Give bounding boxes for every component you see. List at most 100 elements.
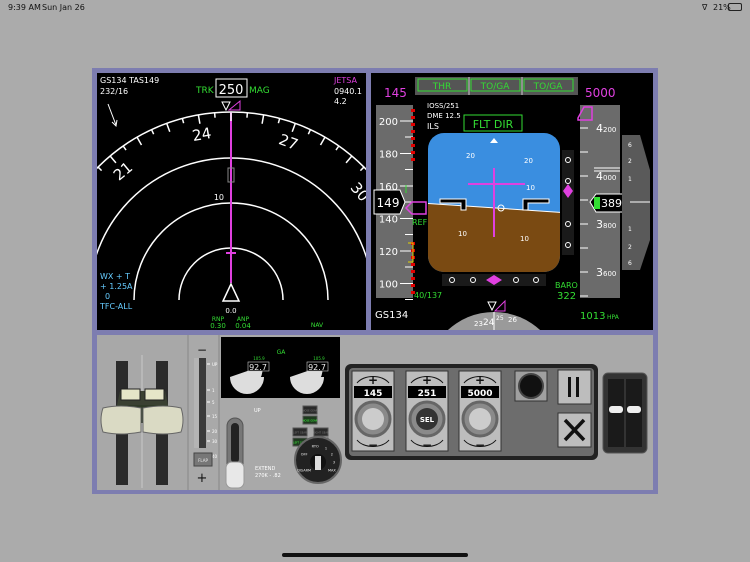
speed-decrease-button[interactable]: −: [368, 438, 378, 452]
efis-option: WX + T: [100, 272, 130, 281]
pitch-label: 10: [520, 235, 529, 243]
autobrake-label: OFF: [301, 453, 308, 457]
attitude-indicator: [428, 133, 560, 272]
range-label: 10: [214, 193, 224, 202]
vsi-label: 2: [628, 158, 632, 165]
overspeed-mark: [411, 109, 415, 112]
efis-option: + 1.25A: [100, 282, 133, 291]
trk-label: TRK: [195, 86, 215, 96]
overspeed-mark: [411, 284, 415, 287]
gear-lever-handle[interactable]: [225, 461, 245, 489]
flap-detent-label: 20: [212, 429, 218, 434]
altitude-trend-icon: [594, 197, 600, 209]
engine-display: GA 105.9 105.9 92.7 92.7: [221, 337, 340, 398]
selected-speed: 145: [384, 86, 407, 100]
speed-tick-label: 180: [379, 150, 398, 161]
nav-label: NAV: [311, 322, 324, 329]
v-speeds: 40/137: [414, 291, 442, 300]
heading-increase-button[interactable]: +: [422, 373, 432, 387]
compass-tick: [54, 236, 62, 239]
pitch-label: 20: [466, 152, 475, 160]
speed-tick-label: 200: [379, 117, 398, 128]
waypoint-eta: 0940.1: [334, 87, 362, 96]
overspeed-mark: [411, 151, 415, 154]
autobrake-label: 2: [331, 453, 333, 457]
heading-scale-label: 25: [496, 315, 504, 322]
thrust-mode: GA: [277, 349, 287, 356]
vsi-label: 6: [628, 260, 632, 267]
vsi-label: 2: [628, 244, 632, 251]
selected-altitude: 5000: [585, 86, 616, 100]
compass-tick: [77, 192, 81, 195]
cockpit: 2124 2730 GS134 TAS149 232/16 TRK 250 MAG…: [54, 68, 658, 494]
fma-mode: THR: [432, 82, 452, 92]
n1-limit-left: 105.9: [253, 356, 265, 361]
heading-scale-label: 23: [474, 320, 483, 328]
altitude-selector[interactable]: +5000 −: [458, 370, 502, 452]
speed-tick-label: 100: [379, 280, 398, 291]
heading-scale-label: 24: [483, 318, 495, 328]
flap-decrease-button[interactable]: −: [197, 343, 207, 357]
ils-ident: IOSS/251: [427, 102, 459, 110]
n1-limit-right: 105.9: [313, 356, 325, 361]
pitch-label: 10: [526, 184, 535, 192]
overspeed-mark: [411, 277, 415, 280]
n1-right: 92.7: [308, 363, 326, 372]
anp-value: 0.04: [235, 322, 251, 330]
heading-decrease-button[interactable]: −: [422, 438, 432, 452]
trim-switch[interactable]: [602, 372, 648, 454]
vsi-label: 1: [628, 176, 632, 183]
altitude-value: 5000: [467, 389, 492, 399]
gear-light-label: RIGHT GEAR: [313, 431, 329, 435]
autobrake-selector[interactable]: RTO OFF 123 MAX DISARM: [294, 436, 342, 484]
flap-detent-label: 15: [212, 414, 218, 419]
overspeed-mark: [411, 263, 415, 266]
autobrake-label: MAX: [328, 469, 336, 473]
ils-label: ILS: [427, 122, 439, 131]
flap-increase-button[interactable]: +: [197, 471, 208, 486]
heading-readout: 250: [219, 83, 244, 98]
nd-gs-tas: GS134 TAS149: [100, 76, 159, 85]
heading-scale-label: 26: [508, 316, 517, 324]
flt-dir-annunciation: FLT DIR: [473, 118, 514, 131]
overspeed-mark: [411, 130, 415, 133]
altitude-increase-button[interactable]: +: [475, 373, 485, 387]
pause-button[interactable]: [557, 369, 592, 405]
nd-wind: 232/16: [100, 87, 128, 96]
dme-distance: DME 12.5: [427, 112, 461, 120]
vsi-label: 1: [628, 226, 632, 233]
n1-left: 92.7: [249, 363, 267, 372]
overspeed-mark: [411, 158, 415, 161]
compass-tick: [68, 206, 76, 211]
gear-light-label: NOSE GEAR: [303, 409, 318, 413]
autobrake-label: RTO: [312, 445, 319, 449]
heading-select-button[interactable]: SEL: [420, 416, 435, 424]
heading-selector[interactable]: +251 SEL −: [405, 370, 449, 452]
qnh-value: 1013: [580, 311, 605, 322]
compass-tick: [61, 221, 66, 223]
overspeed-mark: [411, 270, 415, 273]
glideslope-scale: [562, 150, 574, 255]
flap-handle-label: FLAP: [198, 458, 208, 463]
current-speed: 149: [377, 196, 400, 210]
overspeed-mark: [411, 144, 415, 147]
throttle-quadrant: [97, 335, 189, 490]
speed-increase-button[interactable]: +: [368, 373, 378, 387]
home-indicator[interactable]: [282, 553, 468, 557]
speed-value: 145: [364, 389, 383, 399]
gear-light-label: NOSE GEAR: [303, 419, 318, 423]
record-icon: [518, 373, 544, 399]
speed-selector[interactable]: +145 −: [351, 370, 395, 452]
efis-option: TFC-ALL: [99, 302, 133, 311]
qnh-unit: HPA: [607, 314, 620, 321]
waypoint-distance: 4.2: [334, 97, 347, 106]
heading-value: 251: [418, 389, 437, 399]
nd-center-value: 0.0: [225, 307, 236, 315]
autobrake-label: DISARM: [297, 469, 311, 473]
altitude-decrease-button[interactable]: −: [475, 438, 485, 452]
speed-tick-label: 120: [379, 247, 398, 258]
flap-detent-label: 30: [212, 439, 218, 444]
baro-minimums: 322: [557, 291, 576, 302]
mode-control-panel: +145 − +251 SEL − +5000 −: [345, 364, 598, 460]
vsi-label: 6: [628, 142, 632, 149]
